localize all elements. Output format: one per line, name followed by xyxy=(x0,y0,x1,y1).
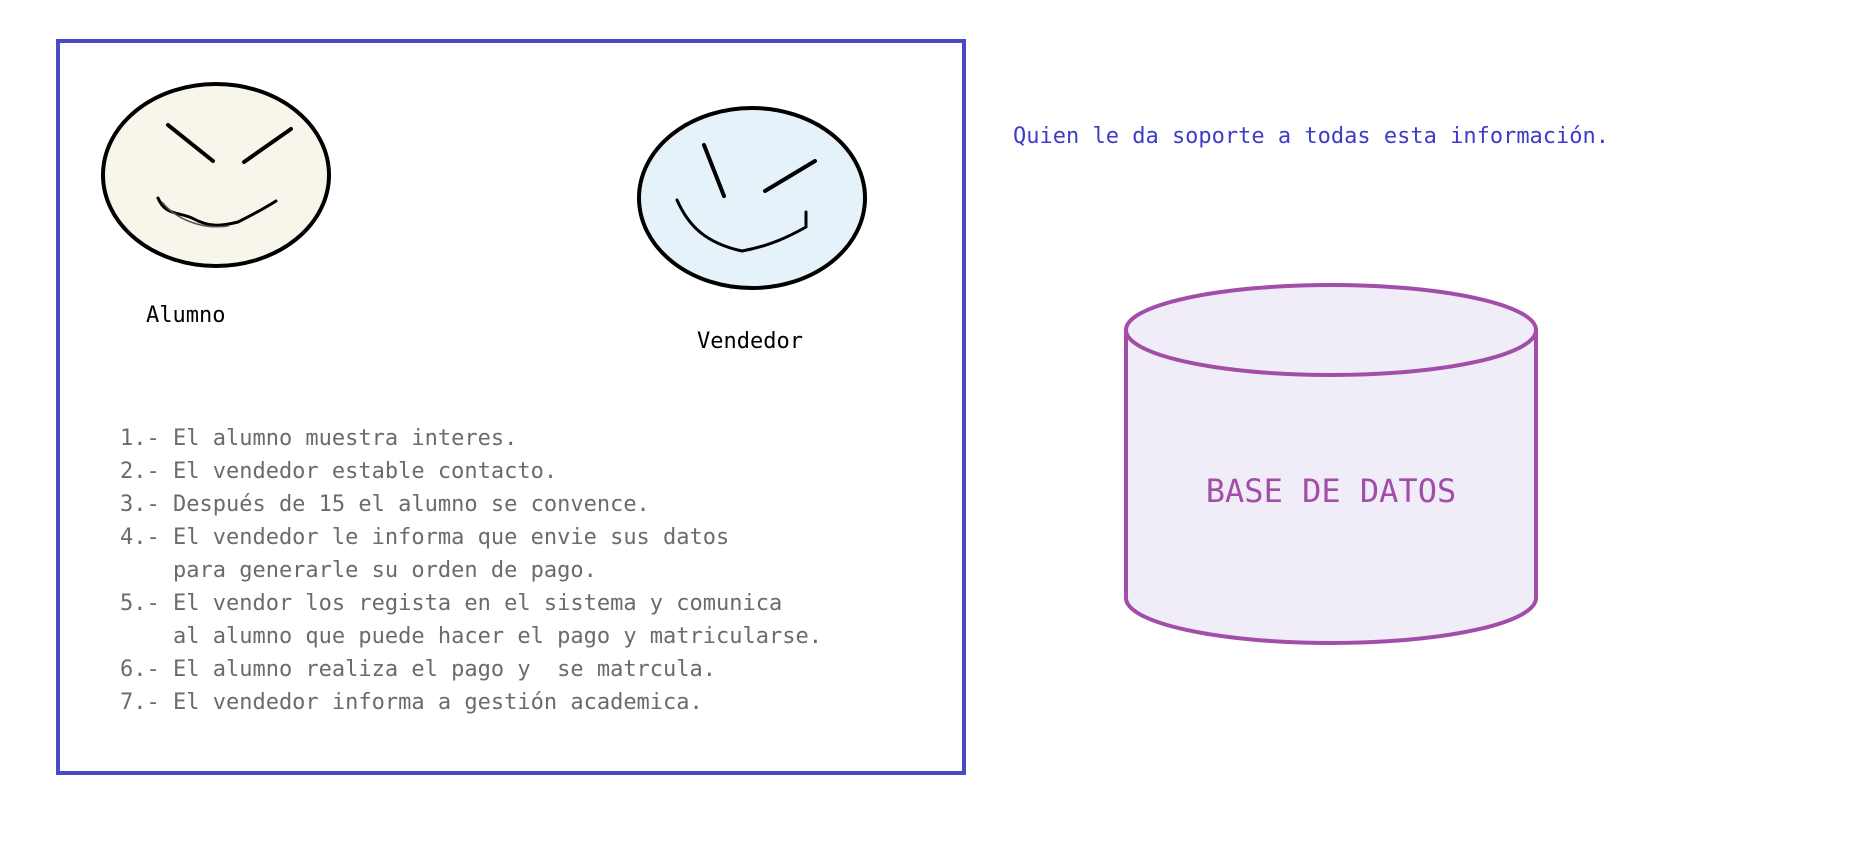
database-cylinder-icon xyxy=(1124,283,1538,645)
diagram-canvas: Alumno Vendedor 1.- El alumno muestra in… xyxy=(0,0,1609,775)
actor-label-vendedor: Vendedor xyxy=(697,329,803,354)
database-label: BASE DE DATOS xyxy=(1206,472,1456,510)
vendedor-face-icon xyxy=(637,106,867,290)
step-5: 5.- El vendor los regista en el sistema … xyxy=(0,0,888,649)
alumno-face-icon xyxy=(101,82,331,268)
actor-label-alumno: Alumno xyxy=(146,303,225,328)
step-2: 2.- El vendedor estable contacto. xyxy=(0,0,623,484)
support-question: Quien le da soporte a todas esta informa… xyxy=(1013,124,1609,149)
